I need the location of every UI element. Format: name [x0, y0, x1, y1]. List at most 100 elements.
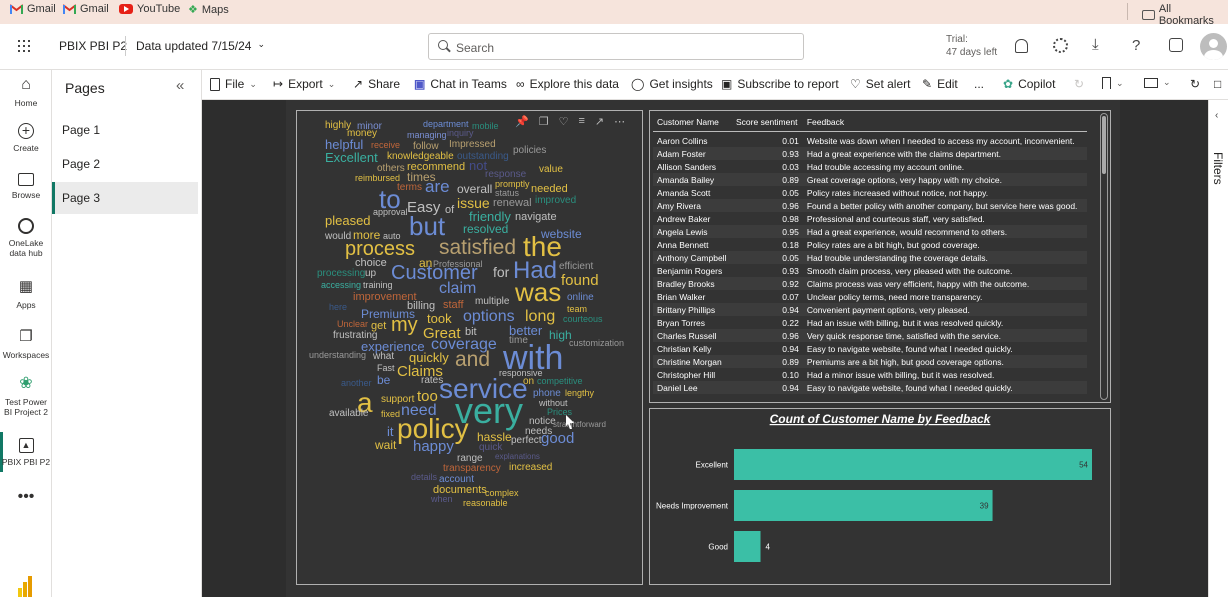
refresh-icon[interactable]: ↻ — [1190, 77, 1200, 91]
feedback-table-visual[interactable]: Customer Name Score sentiment Feedback A… — [649, 110, 1111, 403]
word-cloud-term[interactable]: approval — [373, 208, 408, 217]
nav-report[interactable]: ▲ PBIX PBI P2 — [0, 438, 52, 467]
word-cloud-term[interactable]: process — [345, 239, 415, 259]
table-row[interactable]: Daniel Lee 0.94 Easy to navigate website, … — [653, 381, 1087, 394]
workspace-name[interactable]: PBIX PBI P2 — [59, 39, 127, 53]
word-cloud-term[interactable]: processing — [317, 269, 365, 279]
page-item-2[interactable]: Page 2 — [52, 148, 198, 180]
table-row[interactable]: Benjamin Rogers 0.93 Smooth claim process,… — [653, 264, 1087, 277]
table-row[interactable]: Allison Sanders 0.03 Had trouble accessing… — [653, 160, 1087, 173]
word-cloud-term[interactable]: understanding — [309, 351, 366, 360]
table-row[interactable]: Charles Russell 0.96 Very quick response t… — [653, 329, 1087, 342]
download-icon[interactable]: ⤓ — [1092, 36, 1099, 53]
app-launcher-icon[interactable] — [18, 40, 32, 54]
avatar[interactable] — [1200, 33, 1227, 60]
table-row[interactable]: Anthony Campbell 0.05 Had trouble understa… — [653, 251, 1087, 264]
scrollbar-thumb[interactable] — [1102, 116, 1106, 174]
table-row[interactable]: Anna Bennett 0.18 Policy rates are a bit h… — [653, 238, 1087, 251]
focus-mode-icon[interactable]: ↗ — [595, 115, 604, 128]
word-cloud-term[interactable]: competitive — [537, 377, 583, 386]
word-cloud-term[interactable]: resolved — [463, 223, 508, 235]
page-item-3[interactable]: Page 3 — [52, 182, 198, 214]
bookmark-maps[interactable]: ❖ Maps — [188, 3, 229, 17]
share-feedback-icon[interactable] — [1169, 38, 1183, 52]
column-header[interactable]: Score sentiment — [732, 114, 803, 132]
more-icon[interactable]: ••• — [0, 489, 52, 505]
export-menu[interactable]: ↦ Export ⌄ — [273, 77, 335, 91]
word-cloud-term[interactable]: satisfied — [439, 237, 516, 258]
word-cloud-term[interactable]: here — [329, 303, 347, 312]
word-cloud-term[interactable]: details — [411, 473, 437, 482]
word-cloud-term[interactable]: wait — [375, 439, 396, 451]
collapse-pages-icon[interactable]: « — [176, 77, 184, 94]
bookmark-youtube[interactable]: YouTube — [119, 3, 180, 15]
expand-filters-icon[interactable]: ‹ — [1215, 110, 1218, 121]
word-cloud-term[interactable]: pleased — [325, 214, 371, 227]
table-row[interactable]: Angela Lewis 0.95 Had a great experience, … — [653, 225, 1087, 238]
bookmark-gmail[interactable]: Gmail — [9, 3, 56, 15]
help-icon[interactable]: ? — [1132, 37, 1140, 54]
bookmark-gmail-2[interactable]: Gmail — [62, 3, 109, 15]
bar[interactable] — [734, 449, 1092, 480]
table-row[interactable]: Amy Rivera 0.96 Found a better policy with… — [653, 199, 1087, 212]
nav-browse[interactable]: Browse — [0, 171, 52, 200]
nav-test-project[interactable]: ❀ Test Power BI Project 2 — [0, 375, 52, 417]
word-cloud-term[interactable]: customization — [569, 339, 624, 348]
word-cloud-term[interactable]: when — [431, 495, 453, 504]
table-row[interactable]: Christopher Hill 0.10 Had a minor issue wi… — [653, 368, 1087, 381]
table-row[interactable]: Brian Walker 0.07 Unclear policy terms, ne… — [653, 290, 1087, 303]
word-cloud-term[interactable]: courteous — [563, 315, 603, 324]
word-cloud-term[interactable]: was — [515, 279, 561, 305]
word-cloud-term[interactable]: staff — [443, 300, 464, 311]
word-cloud-term[interactable]: lengthy — [565, 389, 594, 398]
word-cloud-term[interactable]: it — [387, 425, 394, 438]
word-cloud-term[interactable]: improved — [535, 196, 576, 206]
file-menu[interactable]: File ⌄ — [210, 77, 257, 91]
word-cloud-term[interactable]: renewal — [493, 198, 532, 209]
get-insights-button[interactable]: ◯ Get insights — [631, 77, 713, 91]
word-cloud-term[interactable]: Impressed — [449, 140, 496, 150]
word-cloud-term[interactable]: complex — [485, 489, 519, 498]
column-header[interactable]: Customer Name — [653, 114, 733, 132]
notifications-icon[interactable] — [1015, 39, 1028, 53]
word-cloud-term[interactable]: good — [541, 431, 574, 446]
word-cloud-term[interactable]: team — [567, 305, 587, 314]
word-cloud-term[interactable]: took — [427, 312, 452, 325]
word-cloud-term[interactable]: straightforward — [553, 421, 606, 429]
table-row[interactable]: Bradley Brooks 0.92 Claims process was ver… — [653, 277, 1087, 290]
word-cloud-term[interactable]: mobile — [472, 122, 499, 131]
nav-onelake[interactable]: OneLake data hub — [0, 218, 52, 258]
table-row[interactable]: Amanda Bailey 0.89 Great coverage options,… — [653, 173, 1087, 186]
word-cloud-term[interactable]: accessing — [321, 281, 361, 290]
word-cloud-term[interactable]: Fast — [377, 364, 395, 373]
bar[interactable] — [734, 490, 993, 521]
word-cloud-term[interactable]: Unclear — [337, 320, 368, 329]
word-cloud-term[interactable]: multiple — [475, 297, 509, 307]
word-cloud-term[interactable]: my — [391, 315, 418, 335]
copy-icon[interactable]: ❐ — [539, 115, 549, 128]
more-options-icon[interactable]: ⋯ — [614, 115, 625, 128]
word-cloud-term[interactable]: online — [567, 293, 594, 303]
table-row[interactable]: Christian Kelly 0.94 Easy to navigate webs… — [653, 342, 1087, 355]
nav-apps[interactable]: ▦ Apps — [0, 278, 52, 310]
data-updated-dropdown[interactable]: Data updated 7/15/24 ⌄ — [136, 39, 265, 53]
table-row[interactable]: Bryan Torres 0.22 Had an issue with billin… — [653, 316, 1087, 329]
column-header[interactable]: Feedback — [802, 114, 1087, 132]
word-cloud-term[interactable]: for — [493, 265, 509, 279]
copilot-button[interactable]: ✿ Copilot — [1003, 77, 1055, 91]
word-cloud-term[interactable]: increased — [509, 463, 552, 473]
word-cloud-term[interactable]: reimbursed — [355, 174, 400, 183]
filter-icon[interactable]: ≡ — [578, 115, 584, 128]
nav-workspaces[interactable]: ❐ Workspaces — [0, 328, 52, 360]
word-cloud-term[interactable]: reasonable — [463, 499, 508, 508]
word-cloud-term[interactable]: receive — [371, 141, 400, 150]
word-cloud-term[interactable]: be — [377, 374, 390, 386]
word-cloud-term[interactable]: up — [365, 269, 376, 279]
word-cloud-term[interactable]: available — [329, 409, 368, 419]
alert-icon[interactable]: ♡ — [559, 115, 569, 128]
word-cloud-term[interactable]: inquiry — [447, 129, 474, 138]
word-cloud-term[interactable]: value — [539, 165, 563, 175]
pin-icon[interactable]: 📌 — [515, 115, 529, 128]
bookmark-menu[interactable]: ⌄ — [1102, 77, 1124, 89]
table-row[interactable]: Aaron Collins 0.01 Website was down when I… — [653, 134, 1087, 147]
